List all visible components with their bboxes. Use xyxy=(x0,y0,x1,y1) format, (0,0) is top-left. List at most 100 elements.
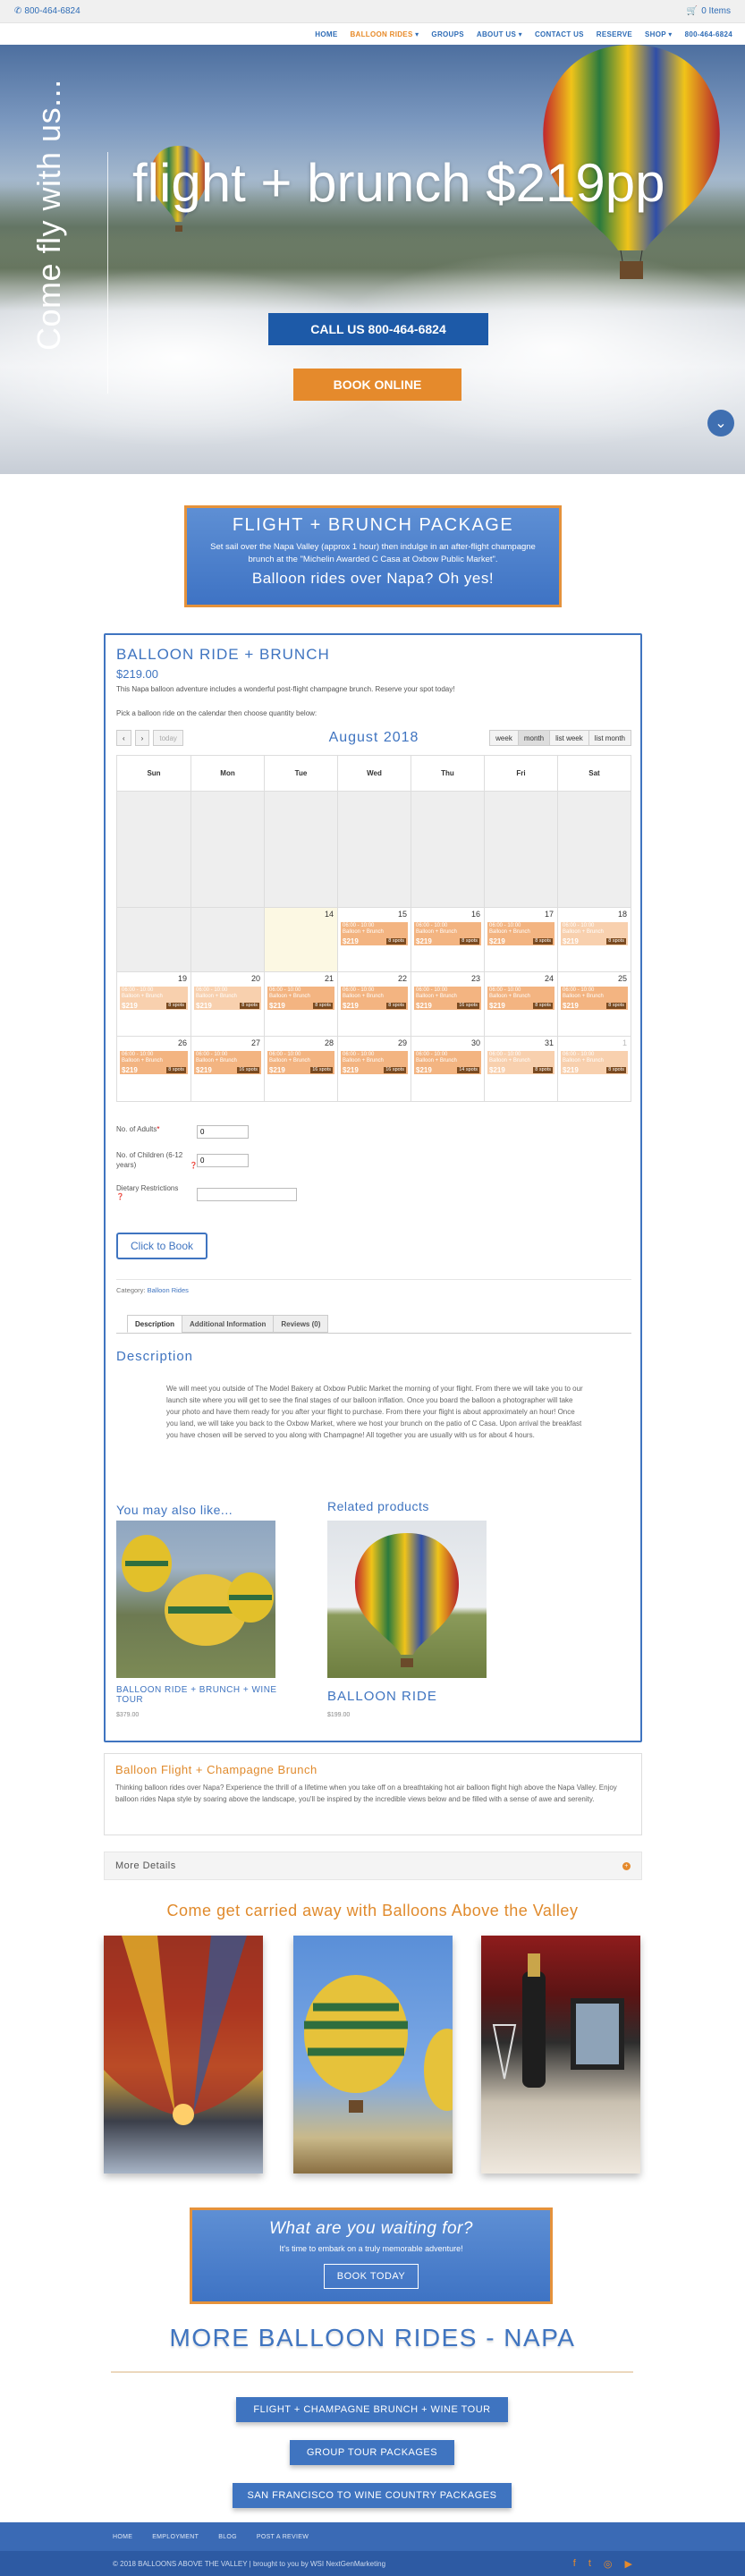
balloon-ride-brunch-wine-tour-image[interactable] xyxy=(116,1521,275,1678)
sf-wine-country-button[interactable]: SAN FRANCISCO TO WINE COUNTRY PACKAGES xyxy=(233,2483,512,2508)
book-today-button[interactable]: BOOK TODAY xyxy=(323,2264,419,2289)
balloon-ride-image[interactable] xyxy=(327,1521,487,1678)
calendar-day[interactable]: 1 06:00 - 10:00 Balloon + Brunch $219 8 spot… xyxy=(557,1037,631,1101)
book-online-button[interactable]: BOOK ONLINE xyxy=(293,369,461,401)
calendar-event[interactable]: 06:00 - 10:00 Balloon + Brunch $219 8 spots xyxy=(487,1051,555,1074)
instagram-icon[interactable]: ◎ xyxy=(604,2558,613,2570)
calendar-day[interactable]: 30 06:00 - 10:00 Balloon + Brunch $219 14 sp… xyxy=(411,1037,484,1101)
view-month-button[interactable]: month xyxy=(518,730,551,746)
click-to-book-button[interactable]: Click to Book xyxy=(116,1233,207,1259)
footer-link-employment[interactable]: EMPLOYMENT xyxy=(152,2534,199,2540)
event-name: Balloon + Brunch xyxy=(122,994,163,999)
calendar-day[interactable] xyxy=(190,792,264,907)
dietary-input[interactable] xyxy=(197,1188,297,1201)
calendar-event[interactable]: 06:00 - 10:00 Balloon + Brunch $219 16 spot… xyxy=(341,1051,408,1074)
calendar-day[interactable]: 15 06:00 - 10:00 Balloon + Brunch $219 8 spo… xyxy=(337,908,411,971)
youtube-icon[interactable]: ▶ xyxy=(625,2558,632,2570)
cart-link[interactable]: 🛒 0 Items xyxy=(687,6,731,16)
event-price: $219 xyxy=(122,1066,138,1074)
view-list-month-button[interactable]: list month xyxy=(588,730,631,746)
view-list-week-button[interactable]: list week xyxy=(550,730,589,746)
event-price: $219 xyxy=(416,1066,432,1074)
calendar-day[interactable] xyxy=(337,792,411,907)
calendar-event[interactable]: 06:00 - 10:00 Balloon + Brunch $219 8 spots xyxy=(194,987,261,1010)
also-product-name[interactable]: BALLOON RIDE + BRUNCH + WINE TOUR xyxy=(116,1685,277,1705)
calendar-day[interactable]: 26 06:00 - 10:00 Balloon + Brunch $219 8 spo… xyxy=(117,1037,190,1101)
calendar-day[interactable]: 28 06:00 - 10:00 Balloon + Brunch $219 16 sp… xyxy=(264,1037,337,1101)
footer-bar: © 2018 BALLOONS ABOVE THE VALLEY | broug… xyxy=(0,2551,745,2576)
event-spots: 8 spots xyxy=(240,1003,259,1009)
phone-link[interactable]: ✆ 800-464-6824 xyxy=(14,6,80,16)
children-input[interactable] xyxy=(197,1154,249,1167)
calendar-day[interactable]: 27 06:00 - 10:00 Balloon + Brunch $219 16 sp… xyxy=(190,1037,264,1101)
tab-description[interactable]: Description xyxy=(127,1315,183,1333)
scroll-down-icon[interactable]: ⌄ xyxy=(707,410,734,436)
calendar-day[interactable]: 25 06:00 - 10:00 Balloon + Brunch $219 8 spo… xyxy=(557,972,631,1036)
tab-additional-information[interactable]: Additional Information xyxy=(182,1315,275,1333)
footer-link-blog[interactable]: BLOG xyxy=(218,2534,237,2540)
calendar-day[interactable]: 21 06:00 - 10:00 Balloon + Brunch $219 8 spo… xyxy=(264,972,337,1036)
calendar-event[interactable]: 06:00 - 10:00 Balloon + Brunch $219 14 spot… xyxy=(414,1051,481,1074)
calendar-day[interactable]: 22 06:00 - 10:00 Balloon + Brunch $219 8 spo… xyxy=(337,972,411,1036)
calendar-event[interactable]: 06:00 - 10:00 Balloon + Brunch $219 8 spots xyxy=(341,922,408,945)
top-bar: ✆ 800-464-6824 🛒 0 Items xyxy=(0,0,745,23)
calendar-event[interactable]: 06:00 - 10:00 Balloon + Brunch $219 8 spots xyxy=(487,922,555,945)
calendar-day[interactable]: 16 06:00 - 10:00 Balloon + Brunch $219 8 spo… xyxy=(411,908,484,971)
calendar-day[interactable]: 19 06:00 - 10:00 Balloon + Brunch $219 8 spo… xyxy=(117,972,190,1036)
nav-contact-us[interactable]: CONTACT US xyxy=(535,30,584,38)
calendar-event[interactable]: 06:00 - 10:00 Balloon + Brunch $219 16 spot… xyxy=(267,1051,334,1074)
nav-home[interactable]: HOME xyxy=(315,30,337,38)
calendar-event[interactable]: 06:00 - 10:00 Balloon + Brunch $219 16 spot… xyxy=(414,987,481,1010)
calendar-day[interactable]: 29 06:00 - 10:00 Balloon + Brunch $219 16 sp… xyxy=(337,1037,411,1101)
calendar-day[interactable] xyxy=(190,908,264,971)
calendar-day[interactable]: 24 06:00 - 10:00 Balloon + Brunch $219 8 spo… xyxy=(484,972,557,1036)
calendar-day[interactable]: 20 06:00 - 10:00 Balloon + Brunch $219 8 spo… xyxy=(190,972,264,1036)
calendar-day[interactable] xyxy=(117,792,190,907)
nav-shop[interactable]: SHOP ▾ xyxy=(645,30,673,38)
facebook-icon[interactable]: f xyxy=(573,2558,576,2570)
nav-about-us[interactable]: ABOUT US ▾ xyxy=(477,30,522,38)
calendar-event[interactable]: 06:00 - 10:00 Balloon + Brunch $219 16 spot… xyxy=(194,1051,261,1074)
calendar-day[interactable] xyxy=(557,792,631,907)
calendar-event[interactable]: 06:00 - 10:00 Balloon + Brunch $219 8 spots xyxy=(120,987,188,1010)
call-us-button[interactable]: CALL US 800-464-6824 xyxy=(268,313,488,345)
calendar-event[interactable]: 06:00 - 10:00 Balloon + Brunch $219 8 spots xyxy=(120,1051,188,1074)
calendar-day[interactable] xyxy=(411,792,484,907)
calendar-day[interactable]: 14 xyxy=(264,908,337,971)
calendar-event[interactable]: 06:00 - 10:00 Balloon + Brunch $219 8 spots xyxy=(561,987,628,1010)
event-name: Balloon + Brunch xyxy=(563,1058,604,1063)
footer-link-home[interactable]: HOME xyxy=(113,2534,132,2540)
calendar-day[interactable]: 31 06:00 - 10:00 Balloon + Brunch $219 8 spo… xyxy=(484,1037,557,1101)
twitter-icon[interactable]: t xyxy=(588,2558,591,2570)
event-spots: 16 spots xyxy=(310,1067,333,1073)
calendar-event[interactable]: 06:00 - 10:00 Balloon + Brunch $219 8 spots xyxy=(414,922,481,945)
calendar-day[interactable] xyxy=(117,908,190,971)
calendar-week xyxy=(117,792,631,908)
tab-reviews[interactable]: Reviews (0) xyxy=(273,1315,329,1333)
calendar-day[interactable]: 23 06:00 - 10:00 Balloon + Brunch $219 16 sp… xyxy=(411,972,484,1036)
calendar-event[interactable]: 06:00 - 10:00 Balloon + Brunch $219 8 spots xyxy=(561,1051,628,1074)
related-product-name[interactable]: BALLOON RIDE xyxy=(327,1689,437,1704)
related-product-price: $199.00 xyxy=(327,1712,351,1718)
more-details-toggle[interactable]: More Details + xyxy=(104,1852,642,1880)
calendar-event[interactable]: 06:00 - 10:00 Balloon + Brunch $219 8 spots xyxy=(341,987,408,1010)
calendar-event[interactable]: 06:00 - 10:00 Balloon + Brunch $219 8 spots xyxy=(267,987,334,1010)
footer-link-post-review[interactable]: POST A REVIEW xyxy=(257,2534,309,2540)
group-tour-button[interactable]: GROUP TOUR PACKAGES xyxy=(290,2440,454,2465)
nav-groups[interactable]: GROUPS xyxy=(431,30,463,38)
wine-tour-button[interactable]: FLIGHT + CHAMPAGNE BRUNCH + WINE TOUR xyxy=(236,2397,508,2422)
cta-subtitle: It's time to embark on a truly memorable… xyxy=(279,2244,463,2253)
adults-input[interactable] xyxy=(197,1125,249,1139)
nav-reserve[interactable]: RESERVE xyxy=(597,30,632,38)
nav-phone[interactable]: 800-464-6824 xyxy=(685,30,732,38)
info-icon[interactable]: ❓ xyxy=(116,1194,124,1200)
category-link[interactable]: Balloon Rides xyxy=(148,1286,189,1294)
calendar-event[interactable]: 06:00 - 10:00 Balloon + Brunch $219 8 spots xyxy=(487,987,555,1010)
calendar-event[interactable]: 06:00 - 10:00 Balloon + Brunch $219 8 spots xyxy=(561,922,628,945)
nav-balloon-rides[interactable]: BALLOON RIDES ▾ xyxy=(350,30,419,38)
view-week-button[interactable]: week xyxy=(489,730,519,746)
calendar-day[interactable] xyxy=(484,792,557,907)
calendar-day[interactable]: 18 06:00 - 10:00 Balloon + Brunch $219 8 spo… xyxy=(557,908,631,971)
calendar-day[interactable]: 17 06:00 - 10:00 Balloon + Brunch $219 8 spo… xyxy=(484,908,557,971)
calendar-day[interactable] xyxy=(264,792,337,907)
